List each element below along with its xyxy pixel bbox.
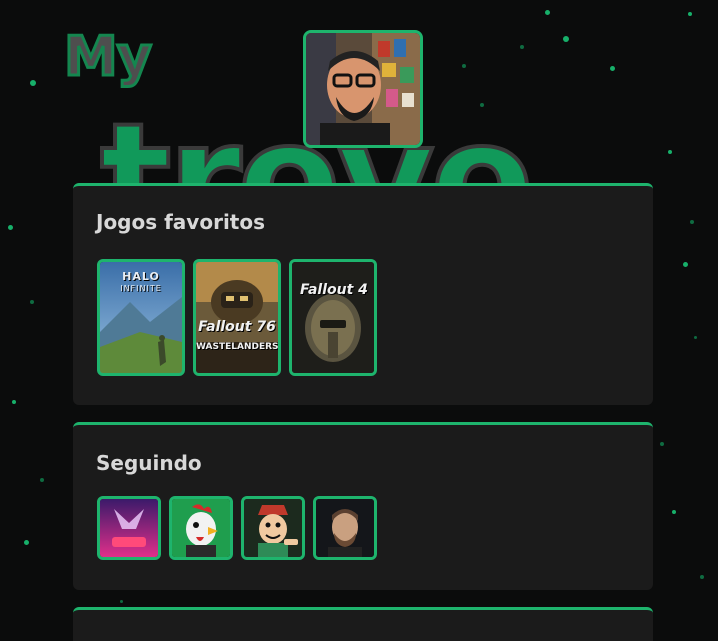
man-channel-avatar-icon (316, 499, 374, 557)
following-channel-2[interactable] (169, 496, 233, 560)
game-cover-halo-infinite[interactable]: HALO INFINITE (97, 259, 185, 376)
game-cover-fallout-76[interactable]: Fallout 76 WASTELANDERS (193, 259, 281, 376)
game-subtitle-halo: INFINITE (120, 284, 162, 293)
favorite-games-title: Jogos favoritos (96, 210, 266, 234)
rooster-channel-avatar-icon (172, 499, 230, 557)
brand-prefix: My (63, 25, 154, 88)
fallout76-cover-art-icon (196, 262, 278, 373)
game-subtitle-fallout-76: WASTELANDERS (196, 342, 279, 352)
cartoon-channel-avatar-icon (244, 499, 302, 557)
fallout4-cover-art-icon (292, 262, 374, 373)
following-channel-3[interactable] (241, 496, 305, 560)
favorite-games-card: Jogos favoritos HALO INFINITE Fallout 76… (73, 183, 653, 405)
profile-avatar[interactable] (303, 30, 423, 148)
following-channel-4[interactable] (313, 496, 377, 560)
profile-photo-icon (306, 33, 420, 145)
purple-channel-avatar-icon (100, 499, 158, 557)
next-card (73, 607, 653, 641)
game-cover-fallout-4[interactable]: Fallout 4 (289, 259, 377, 376)
following-channel-1[interactable] (97, 496, 161, 560)
following-title: Seguindo (96, 451, 202, 475)
game-title-fallout-76: Fallout 76 (198, 319, 276, 335)
game-title-fallout-4: Fallout 4 (300, 282, 368, 298)
game-title-halo: HALO (122, 270, 160, 283)
following-card: Seguindo (73, 422, 653, 590)
